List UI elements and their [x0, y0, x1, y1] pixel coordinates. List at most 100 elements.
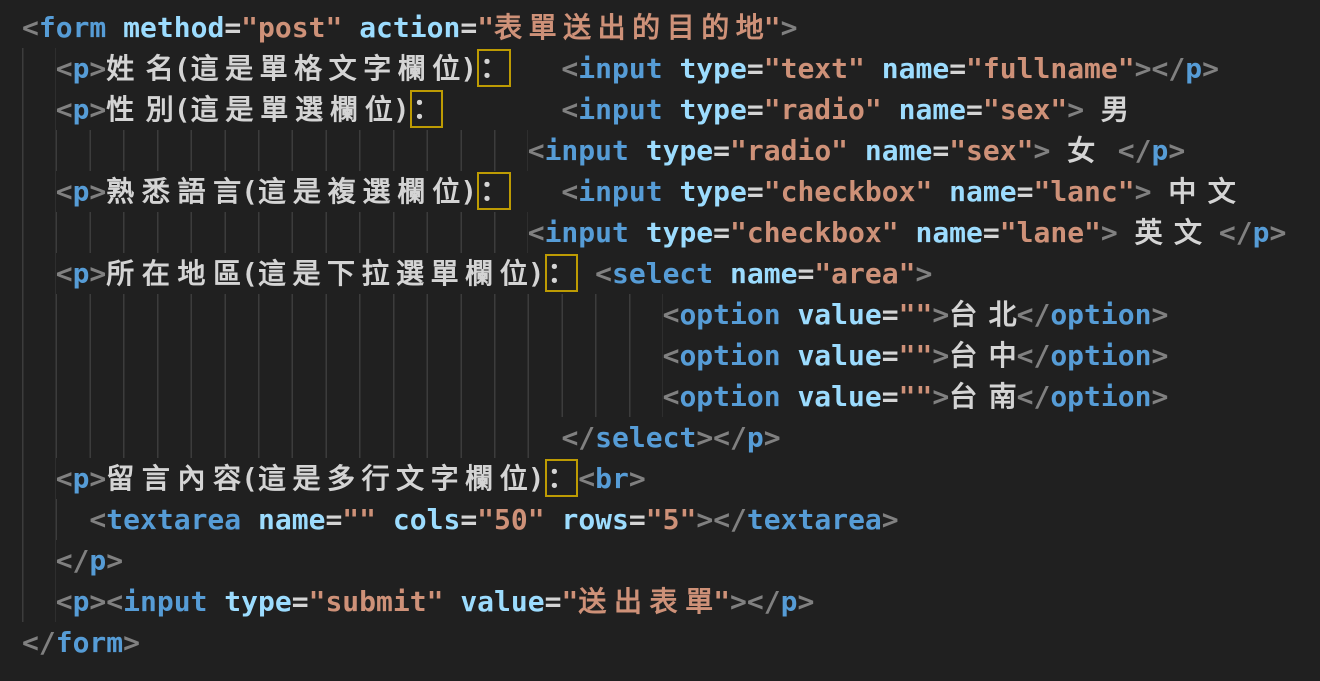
- indent-guides: [22, 458, 56, 499]
- code-line: <option value="">台中</option>: [22, 335, 1320, 376]
- token-tag: input: [578, 93, 662, 126]
- indent-guides: [22, 581, 56, 622]
- token-txt: 這是多行文字欄位: [258, 458, 528, 499]
- token-punct: <: [56, 175, 73, 208]
- token-str: "checkbox": [730, 216, 899, 249]
- token-eq: =: [747, 175, 764, 208]
- token-txt: ): [528, 257, 545, 290]
- token-txt: (: [241, 462, 258, 495]
- token-punct: </: [22, 626, 56, 659]
- token-txt: [511, 175, 562, 208]
- unicode-highlight-colon: ：: [545, 254, 579, 292]
- token-punct: >: [1168, 134, 1185, 167]
- token-attr: action: [359, 11, 460, 44]
- token-eq: =: [460, 11, 477, 44]
- token-tag: input: [578, 175, 662, 208]
- token-punct: >: [89, 257, 106, 290]
- token-punct: <: [22, 11, 39, 44]
- token-punct: >: [797, 585, 814, 618]
- token-tag: p: [1152, 134, 1169, 167]
- token-attr: type: [679, 52, 746, 85]
- token-punct: >: [1270, 216, 1287, 249]
- token-punct: >: [89, 462, 106, 495]
- token-tag: select: [612, 257, 713, 290]
- token-tag: option: [1050, 298, 1151, 331]
- token-txt: 留言內容: [106, 458, 241, 499]
- token-tag: option: [679, 380, 780, 413]
- token-txt: 這是單選欄位: [191, 89, 393, 130]
- token-attr: name: [258, 503, 325, 536]
- token-punct: >: [882, 503, 899, 536]
- unicode-highlight-colon: ：: [410, 90, 444, 128]
- token-str: "submit": [309, 585, 444, 618]
- token-txt: [865, 52, 882, 85]
- token-txt: [578, 257, 595, 290]
- token-punct: >: [764, 421, 781, 454]
- token-eq: =: [882, 380, 899, 413]
- token-punct: >: [1151, 298, 1168, 331]
- code-editor[interactable]: <form method="post" action="表單送出的目的地"><p…: [0, 0, 1320, 681]
- token-attr: type: [224, 585, 291, 618]
- token-eq: =: [932, 134, 949, 167]
- token-txt: (: [241, 257, 258, 290]
- indent-guides: [22, 212, 528, 253]
- token-tag: p: [747, 421, 764, 454]
- token-punct: >: [1101, 216, 1118, 249]
- indent-guides: [22, 48, 56, 89]
- token-str: "radio": [730, 134, 848, 167]
- token-txt: [342, 11, 359, 44]
- token-eq: =: [325, 503, 342, 536]
- token-punct: ></: [1135, 52, 1186, 85]
- code-line: <p>姓名(這是單格文字欄位)： <input type="text" name…: [22, 48, 1320, 89]
- token-txt: [1118, 216, 1135, 249]
- token-punct: <: [528, 216, 545, 249]
- token-attr: value: [797, 380, 881, 413]
- token-tag: p: [1185, 52, 1202, 85]
- token-txt: [713, 257, 730, 290]
- token-tag: option: [1050, 380, 1151, 413]
- token-eq: =: [713, 134, 730, 167]
- code-line: <p>所在地區(這是下拉選單欄位)： <select name="area">: [22, 253, 1320, 294]
- token-punct: </: [56, 544, 90, 577]
- indent-guides: [22, 294, 663, 335]
- token-tag: option: [679, 339, 780, 372]
- token-punct: <: [89, 503, 106, 536]
- token-eq: =: [747, 52, 764, 85]
- code-line: <input type="radio" name="sex"> 女 </p>: [22, 130, 1320, 171]
- token-attr: name: [882, 52, 949, 85]
- token-tag: br: [595, 462, 629, 495]
- unicode-highlight-colon: ：: [545, 459, 579, 497]
- token-punct: <: [56, 462, 73, 495]
- token-tag: option: [679, 298, 780, 331]
- token-attr: value: [797, 339, 881, 372]
- token-tag: p: [73, 52, 90, 85]
- indent-guides: [22, 335, 663, 376]
- indent-guides: [22, 376, 663, 417]
- code-line: <input type="checkbox" name="lane"> 英文 <…: [22, 212, 1320, 253]
- token-txt: ): [460, 175, 477, 208]
- token-str: "": [342, 503, 376, 536]
- token-txt: [781, 298, 798, 331]
- token-attr: name: [730, 257, 797, 290]
- indent-guides: [22, 540, 56, 581]
- token-punct: <: [56, 257, 73, 290]
- token-txt: 熟悉語言: [106, 171, 241, 212]
- token-eq: =: [713, 216, 730, 249]
- code-line: <p>熟悉語言(這是複選欄位)： <input type="checkbox" …: [22, 171, 1320, 212]
- token-str: "lanc": [1033, 175, 1134, 208]
- token-txt: 所在地區: [106, 253, 241, 294]
- token-txt: 台北: [949, 294, 1016, 335]
- token-txt: [1101, 134, 1118, 167]
- token-punct: </: [561, 421, 595, 454]
- code-line: <option value="">台北</option>: [22, 294, 1320, 335]
- token-txt: 英文: [1135, 212, 1202, 253]
- token-txt: 性別: [106, 89, 173, 130]
- token-tag: p: [73, 257, 90, 290]
- token-txt: [545, 503, 562, 536]
- token-txt: [1151, 175, 1168, 208]
- token-str: ": [713, 585, 730, 618]
- code-line: </p>: [22, 540, 1320, 581]
- token-str: "sex": [983, 93, 1067, 126]
- token-txt: [629, 134, 646, 167]
- token-str: "5": [646, 503, 697, 536]
